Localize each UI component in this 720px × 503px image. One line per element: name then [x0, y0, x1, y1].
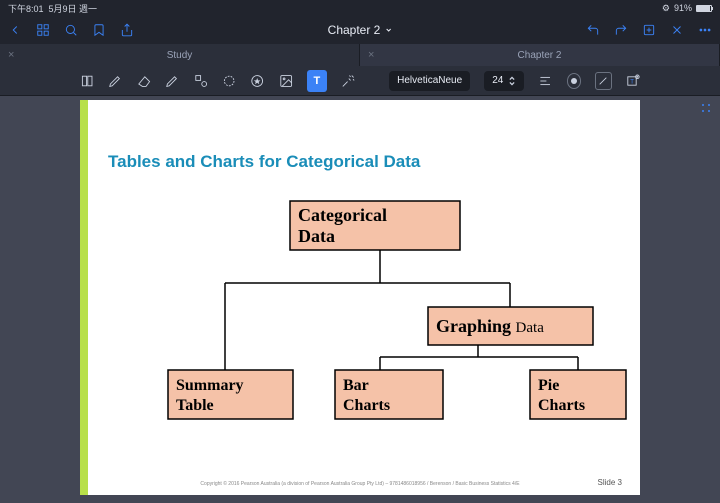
battery-icon — [696, 5, 712, 12]
svg-text:Summary: Summary — [176, 377, 244, 394]
svg-text:T: T — [630, 79, 634, 85]
box-style-icon[interactable] — [595, 72, 611, 90]
svg-text:Charts: Charts — [343, 397, 390, 414]
font-picker[interactable]: HelveticaNeue — [389, 71, 470, 91]
shapes-icon[interactable] — [194, 73, 208, 89]
svg-text:Pie: Pie — [538, 377, 559, 394]
favorites-icon[interactable] — [250, 73, 264, 89]
status-date: 5月9日 週一 — [49, 4, 98, 14]
status-left: 下午8:01 5月9日 週一 — [8, 2, 97, 15]
color-picker[interactable] — [567, 73, 582, 89]
eraser-icon[interactable] — [137, 73, 151, 89]
tab-study[interactable]: × Study — [0, 44, 360, 66]
battery-pct: 91% — [674, 3, 692, 13]
stepper-icon — [508, 76, 516, 86]
slide[interactable]: Tables and Charts for Categorical Data C… — [80, 100, 640, 495]
bookmark-icon[interactable] — [92, 23, 106, 37]
align-icon[interactable] — [538, 73, 552, 89]
highlighter-icon[interactable] — [165, 73, 179, 89]
grid-icon[interactable] — [36, 23, 50, 37]
text-tool[interactable]: T — [307, 70, 327, 92]
layout-dots-icon[interactable] — [700, 102, 714, 116]
undo-icon[interactable] — [586, 23, 600, 37]
node-root-l1: Categorical — [298, 205, 387, 225]
close-icon[interactable] — [670, 23, 684, 37]
status-time: 下午8:01 — [8, 4, 44, 14]
tab-chapter2[interactable]: × Chapter 2 — [360, 44, 720, 66]
status-right: ⚙ 91% — [662, 3, 712, 14]
back-icon[interactable] — [8, 23, 22, 37]
doc-title-text: Chapter 2 — [328, 23, 381, 37]
textbox-add-icon[interactable]: T — [626, 73, 640, 89]
slide-title: Tables and Charts for Categorical Data — [108, 152, 420, 172]
lasso-icon[interactable] — [222, 73, 236, 89]
tab-close-icon[interactable]: × — [368, 49, 374, 61]
title-bar: Chapter 2 — [0, 16, 720, 44]
size-picker[interactable]: 24 — [484, 71, 524, 91]
image-icon[interactable] — [279, 73, 293, 89]
chevron-down-icon — [384, 26, 392, 34]
tab-label: Chapter 2 — [518, 50, 562, 61]
share-icon[interactable] — [120, 23, 134, 37]
redo-icon[interactable] — [614, 23, 628, 37]
add-page-icon[interactable] — [642, 23, 656, 37]
svg-text:Table: Table — [176, 397, 214, 414]
pages-icon[interactable] — [80, 73, 94, 89]
more-icon[interactable] — [698, 23, 712, 37]
laser-icon[interactable] — [341, 73, 355, 89]
toolbar: T HelveticaNeue 24 T — [0, 66, 720, 96]
diagram: Categorical Data Graphing Data Summary T… — [80, 195, 640, 465]
svg-text:Charts: Charts — [538, 397, 585, 414]
status-bar: 下午8:01 5月9日 週一 ⚙ 91% — [0, 0, 720, 16]
tab-bar: × Study × Chapter 2 — [0, 44, 720, 66]
pen-icon[interactable] — [108, 73, 122, 89]
slide-number: Slide 3 — [598, 478, 622, 487]
tab-close-icon[interactable]: × — [8, 49, 14, 61]
wifi-icon: ⚙ — [662, 3, 670, 14]
copyright: Copyright © 2016 Pearson Australia (a di… — [80, 481, 640, 487]
search-icon[interactable] — [64, 23, 78, 37]
tab-label: Study — [167, 50, 193, 61]
canvas[interactable]: Tables and Charts for Categorical Data C… — [0, 96, 720, 503]
doc-title[interactable]: Chapter 2 — [328, 23, 393, 37]
node-root-l2: Data — [298, 226, 335, 246]
svg-text:Bar: Bar — [343, 377, 369, 394]
